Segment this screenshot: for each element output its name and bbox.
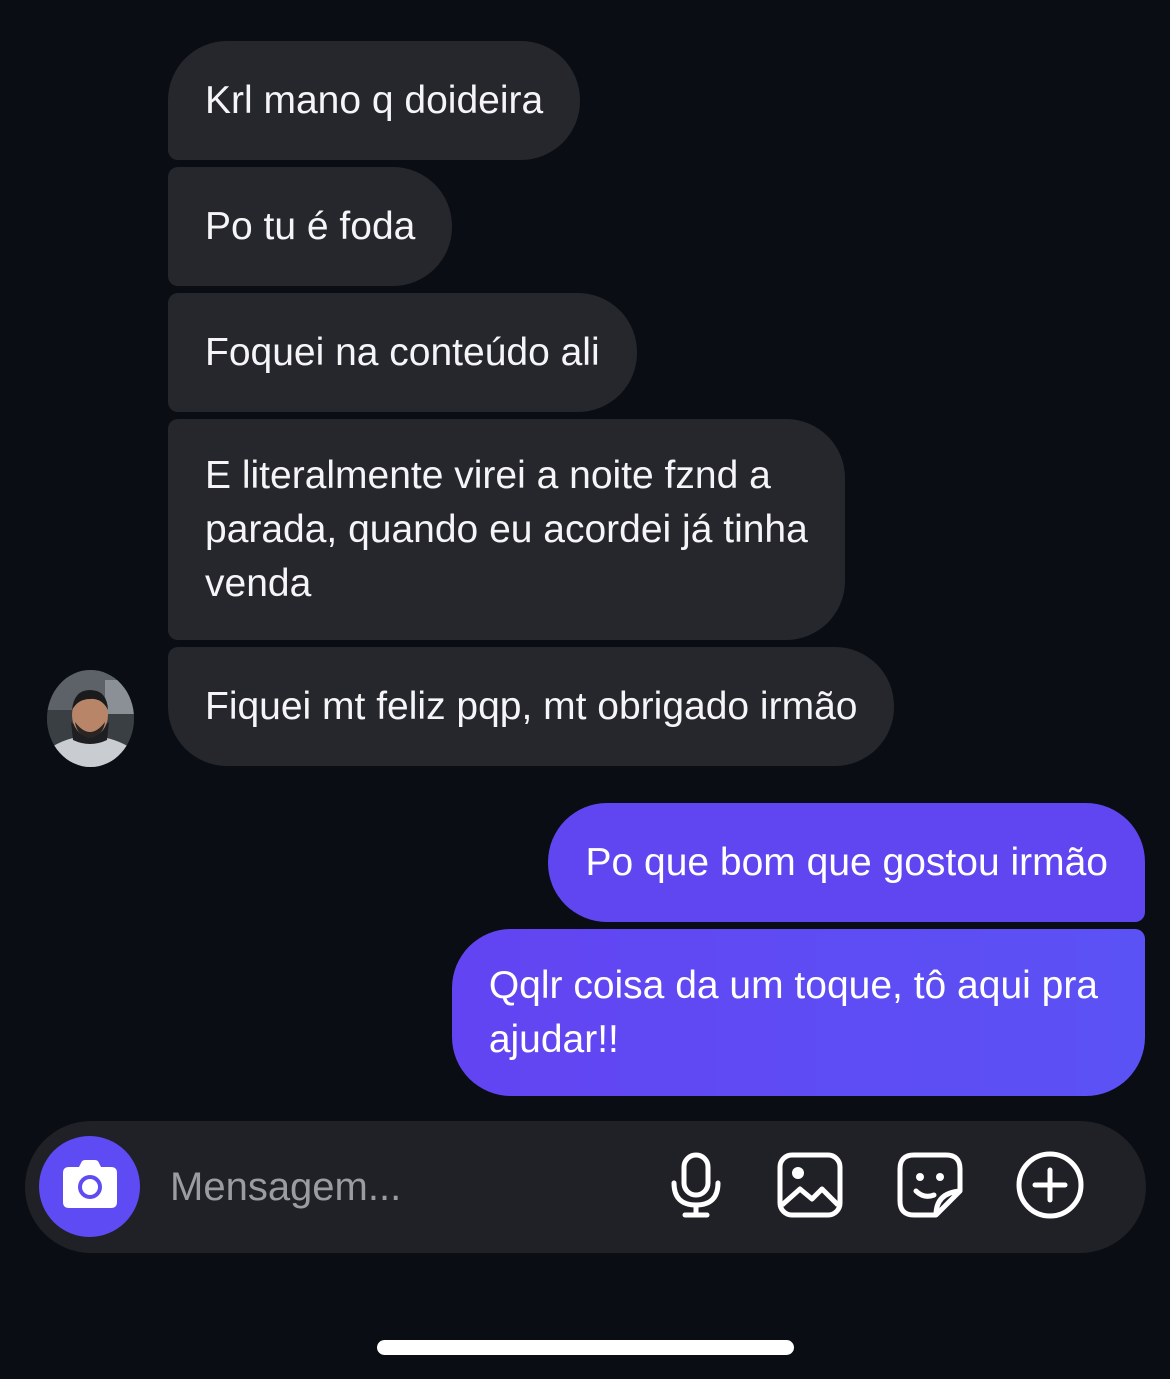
camera-icon [62,1159,118,1214]
incoming-message[interactable]: Foquei na conteúdo ali [168,293,637,412]
outgoing-message[interactable]: Po que bom que gostou irmão [548,803,1145,922]
home-indicator[interactable] [377,1340,794,1355]
incoming-message[interactable]: E literalmente virei a noite fznd a para… [168,419,845,640]
microphone-icon [668,1151,724,1224]
camera-button[interactable] [39,1136,140,1237]
sticker-icon [896,1151,964,1224]
message-input[interactable] [170,1157,630,1217]
voice-message-button[interactable] [660,1151,732,1223]
avatar[interactable] [47,670,134,767]
sticker-button[interactable] [894,1151,966,1223]
incoming-message[interactable]: Po tu é foda [168,167,453,286]
plus-circle-icon [1015,1150,1085,1225]
outgoing-message[interactable]: Qqlr coisa da um toque, tô aqui pra ajud… [451,929,1145,1096]
message-composer [25,1121,1146,1253]
incoming-message[interactable]: Krl mano q doideira [168,41,581,160]
gallery-icon [776,1151,844,1224]
more-options-button[interactable] [1014,1151,1086,1223]
gallery-button[interactable] [774,1151,846,1223]
incoming-message[interactable]: Fiquei mt feliz pqp, mt obrigado irmão [168,647,895,766]
